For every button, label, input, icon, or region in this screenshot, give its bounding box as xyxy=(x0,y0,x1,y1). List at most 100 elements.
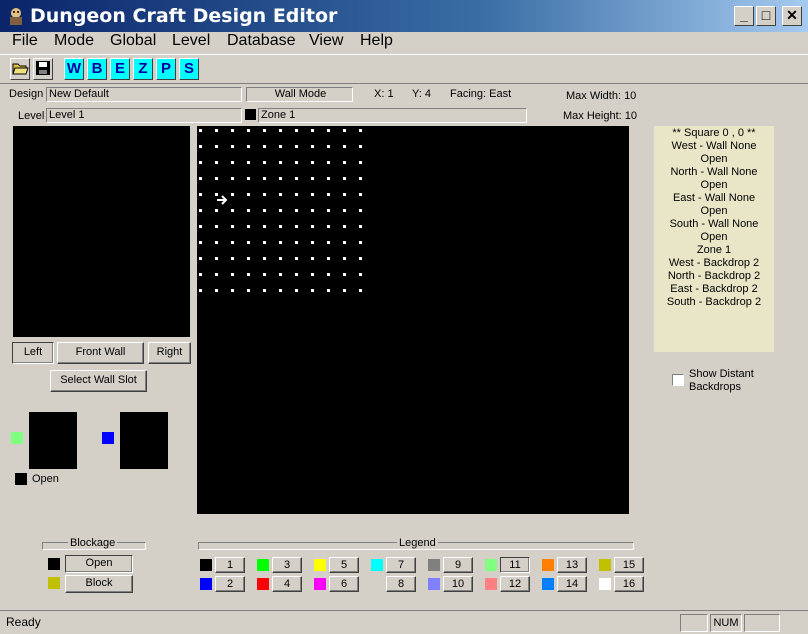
legend-swatch xyxy=(200,559,212,571)
grid-dot xyxy=(327,257,330,260)
grid-dot xyxy=(343,273,346,276)
select-wall-slot-button[interactable]: Select Wall Slot xyxy=(50,370,147,392)
y-coord: Y: 4 xyxy=(412,88,431,100)
map-grid[interactable] xyxy=(197,126,629,514)
grid-dot xyxy=(231,193,234,196)
mode-zone-button[interactable]: Z xyxy=(133,58,153,80)
grid-dot xyxy=(231,145,234,148)
mode-party-button[interactable]: P xyxy=(156,58,176,80)
grid-dot xyxy=(263,145,266,148)
grid-dot xyxy=(295,193,298,196)
zone-color-swatch xyxy=(245,109,256,120)
menu-bar: File Mode Global Level Database View Hel… xyxy=(0,32,808,54)
info-line: East - Backdrop 2 xyxy=(670,283,758,295)
grid-dot xyxy=(231,289,234,292)
menu-database[interactable]: Database xyxy=(227,32,296,50)
blockage-block-button[interactable]: Block xyxy=(65,575,133,593)
legend-button[interactable]: 15 xyxy=(614,557,644,573)
menu-file[interactable]: File xyxy=(12,32,38,50)
grid-dot xyxy=(215,193,218,196)
save-button[interactable] xyxy=(33,58,53,80)
grid-dot xyxy=(295,209,298,212)
close-button[interactable]: ✕ xyxy=(782,6,802,26)
mode-field: Wall Mode xyxy=(246,87,353,102)
wall-right-button[interactable]: Right xyxy=(148,342,191,364)
grid-dot xyxy=(263,225,266,228)
grid-dot xyxy=(247,273,250,276)
level-label: Level xyxy=(18,110,45,122)
legend-button[interactable]: 16 xyxy=(614,576,644,592)
open-swatch xyxy=(15,473,27,485)
legend-button[interactable]: 8 xyxy=(386,576,416,592)
legend-button[interactable]: 14 xyxy=(557,576,587,592)
legend-button[interactable]: 11 xyxy=(500,557,530,573)
grid-dot xyxy=(247,257,250,260)
mode-wall-button[interactable]: W xyxy=(64,58,84,80)
grid-dot xyxy=(279,193,282,196)
legend-button[interactable]: 4 xyxy=(272,576,302,592)
grid-dot xyxy=(215,273,218,276)
legend-button[interactable]: 1 xyxy=(215,557,245,573)
menu-global[interactable]: Global xyxy=(110,32,156,50)
grid-dot xyxy=(343,177,346,180)
grid-dot xyxy=(215,225,218,228)
legend-swatch xyxy=(485,578,497,590)
square-info-panel: ** Square 0 , 0 ** West - Wall None Open No… xyxy=(654,126,774,352)
grid-dot xyxy=(279,161,282,164)
grid-dot xyxy=(359,193,362,196)
grid-dot xyxy=(215,241,218,244)
legend-swatch xyxy=(542,578,554,590)
grid-dot xyxy=(359,241,362,244)
grid-dot xyxy=(215,161,218,164)
legend-swatch xyxy=(257,578,269,590)
legend-button[interactable]: 9 xyxy=(443,557,473,573)
wall-preview-left xyxy=(29,412,77,469)
blue-swatch xyxy=(102,432,114,444)
legend-button[interactable]: 7 xyxy=(386,557,416,573)
info-line: West - Wall None xyxy=(671,140,757,152)
grid-dot xyxy=(279,209,282,212)
legend-swatch xyxy=(542,559,554,571)
grid-dot xyxy=(311,129,314,132)
menu-view[interactable]: View xyxy=(309,32,343,50)
legend-button[interactable]: 12 xyxy=(500,576,530,592)
legend-button[interactable]: 6 xyxy=(329,576,359,592)
blockage-open-button[interactable]: Open xyxy=(65,555,133,573)
grid-dot xyxy=(199,225,202,228)
menu-mode[interactable]: Mode xyxy=(54,32,94,50)
grid-dot xyxy=(343,225,346,228)
open-file-button[interactable] xyxy=(10,58,30,80)
legend-button[interactable]: 2 xyxy=(215,576,245,592)
app-icon xyxy=(6,6,26,26)
green-swatch xyxy=(11,432,23,444)
grid-dot xyxy=(327,177,330,180)
mode-event-button[interactable]: E xyxy=(110,58,130,80)
show-distant-checkbox[interactable] xyxy=(672,374,684,386)
grid-dot xyxy=(231,161,234,164)
level-field[interactable]: Level 1 xyxy=(46,108,242,123)
grid-dot xyxy=(311,241,314,244)
grid-dot xyxy=(311,225,314,228)
legend-button[interactable]: 10 xyxy=(443,576,473,592)
design-field[interactable]: New Default xyxy=(46,87,242,102)
menu-help[interactable]: Help xyxy=(360,32,393,50)
mode-backdrop-button[interactable]: B xyxy=(87,58,107,80)
menu-level[interactable]: Level xyxy=(172,32,210,50)
legend-button[interactable]: 5 xyxy=(329,557,359,573)
grid-dot xyxy=(327,145,330,148)
grid-dot xyxy=(279,241,282,244)
legend-button[interactable]: 3 xyxy=(272,557,302,573)
legend-button[interactable]: 13 xyxy=(557,557,587,573)
grid-dot xyxy=(215,209,218,212)
show-distant-label: Show Distant Backdrops xyxy=(689,368,754,393)
wall-left-button[interactable]: Left xyxy=(12,342,54,364)
zone-field: Zone 1 xyxy=(258,108,527,123)
mode-step-button[interactable]: S xyxy=(179,58,199,80)
minimize-button[interactable]: _ xyxy=(734,6,754,26)
grid-dot xyxy=(215,257,218,260)
grid-dot xyxy=(215,129,218,132)
front-wall-button[interactable]: Front Wall xyxy=(57,342,144,364)
maximize-button[interactable]: □ xyxy=(756,6,776,26)
legend-swatch xyxy=(485,559,497,571)
grid-dot xyxy=(295,225,298,228)
